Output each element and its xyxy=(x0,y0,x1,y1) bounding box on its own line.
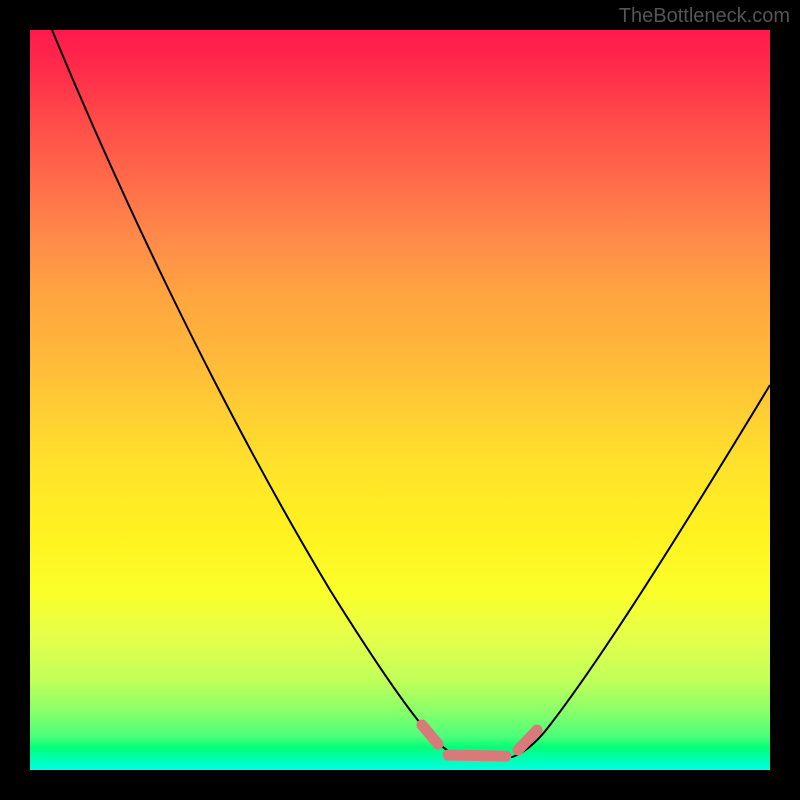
curve-svg xyxy=(30,30,770,770)
plot-area xyxy=(30,30,770,770)
watermark-text: TheBottleneck.com xyxy=(619,5,790,28)
bottleneck-curve xyxy=(52,30,770,758)
optimal-marker-right xyxy=(518,730,537,750)
optimal-marker-mid xyxy=(448,755,506,756)
optimal-marker-left xyxy=(422,725,438,744)
chart-container: TheBottleneck.com xyxy=(0,0,800,800)
